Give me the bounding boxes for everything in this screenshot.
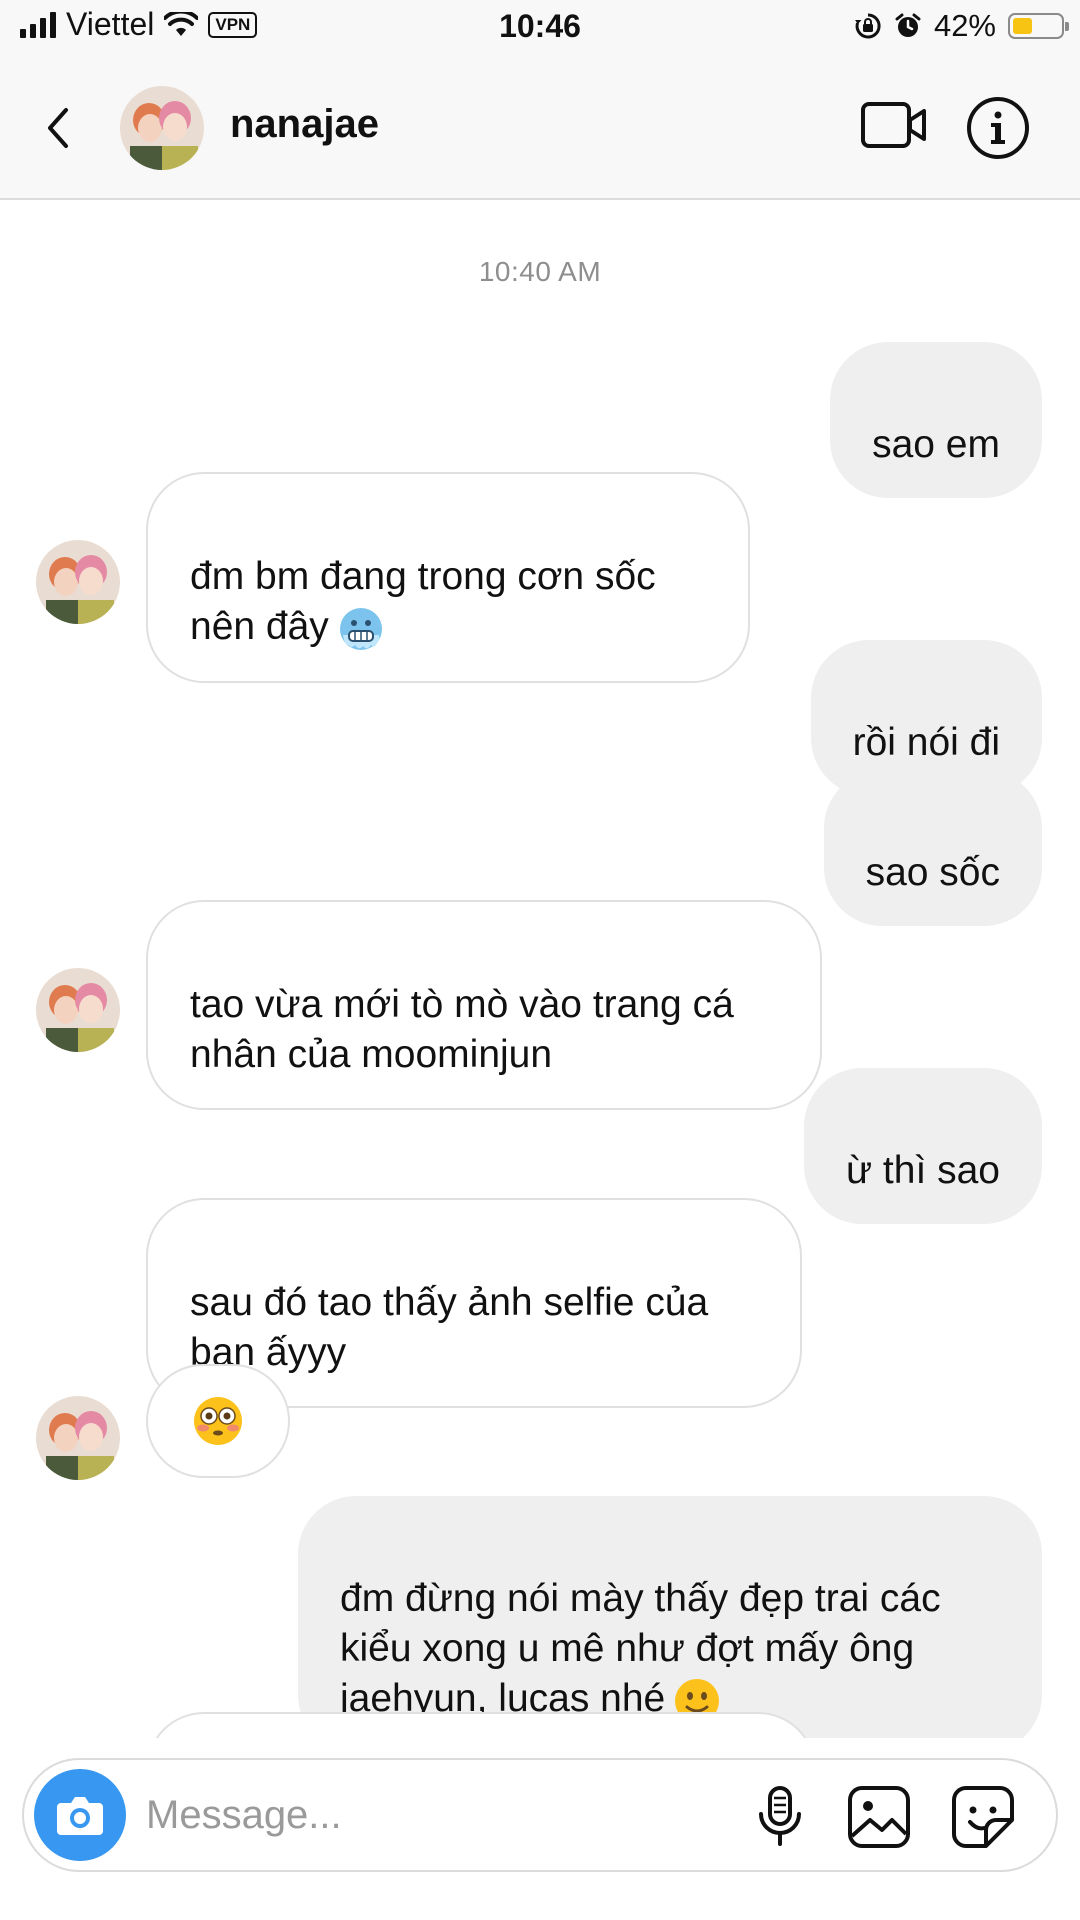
sender-avatar[interactable] [36, 540, 120, 624]
message-composer [22, 1758, 1058, 1872]
flushed-face-emoji-icon [194, 1397, 242, 1445]
message-thread[interactable]: 10:40 AM sao em đm bm đang trong cơn sốc… [0, 200, 1080, 1738]
header-avatar[interactable] [120, 86, 204, 170]
message-text: sau đó tao thấy ảnh selfie của bạn ấyyy [190, 1281, 709, 1374]
sticker-icon[interactable] [950, 1784, 1016, 1850]
outgoing-message[interactable]: sao sốc [823, 770, 1042, 926]
alarm-icon [895, 13, 921, 37]
battery-tip [1065, 22, 1069, 31]
message-text: đm đừng nói mày thấy đẹp trai các kiểu x… [340, 1577, 941, 1720]
message-text: sao em [872, 423, 1000, 466]
orientation-lock-icon [854, 13, 881, 39]
incoming-message[interactable]: đm bm đang trong cơn sốc nên đây [146, 472, 750, 683]
message-text: rồi nói đi [852, 721, 1000, 764]
video-camera-icon[interactable] [860, 98, 928, 152]
info-icon[interactable] [966, 96, 1030, 160]
message-timestamp: 10:40 AM [478, 256, 602, 287]
camera-button[interactable] [34, 1769, 126, 1861]
status-right: 42% [854, 8, 1069, 44]
message-text: ừ thì sao [845, 1149, 1000, 1192]
camera-icon [57, 1797, 103, 1835]
message-text: đm bm đang trong cơn sốc nên đây [190, 555, 656, 648]
message-input[interactable] [144, 1784, 708, 1846]
chat-header: nanajae [0, 58, 1080, 200]
incoming-emoji-message[interactable] [146, 1364, 290, 1478]
status-bar: Viettel VPN 10:46 42% [0, 0, 1080, 58]
incoming-message-partial[interactable] [146, 1712, 816, 1738]
chat-username[interactable]: nanajae [230, 102, 379, 147]
message-text: tao vừa mới tò mò vào trang cá nhân của … [190, 983, 734, 1076]
cold-face-emoji-icon [339, 607, 382, 650]
microphone-icon[interactable] [752, 1784, 808, 1850]
gallery-icon[interactable] [846, 1784, 912, 1850]
chevron-left-icon[interactable] [36, 98, 80, 158]
outgoing-message[interactable]: sao em [830, 342, 1042, 498]
sender-avatar[interactable] [36, 968, 120, 1052]
battery-level-fill [1013, 18, 1032, 34]
message-text: sao sốc [865, 851, 1000, 894]
sender-avatar[interactable] [36, 1396, 120, 1480]
outgoing-message[interactable]: đm đừng nói mày thấy đẹp trai các kiểu x… [298, 1496, 1042, 1738]
incoming-message[interactable]: tao vừa mới tò mò vào trang cá nhân của … [146, 900, 822, 1110]
battery-icon [1008, 13, 1069, 39]
outgoing-message[interactable]: ừ thì sao [803, 1068, 1042, 1224]
battery-percentage: 42% [933, 8, 996, 43]
